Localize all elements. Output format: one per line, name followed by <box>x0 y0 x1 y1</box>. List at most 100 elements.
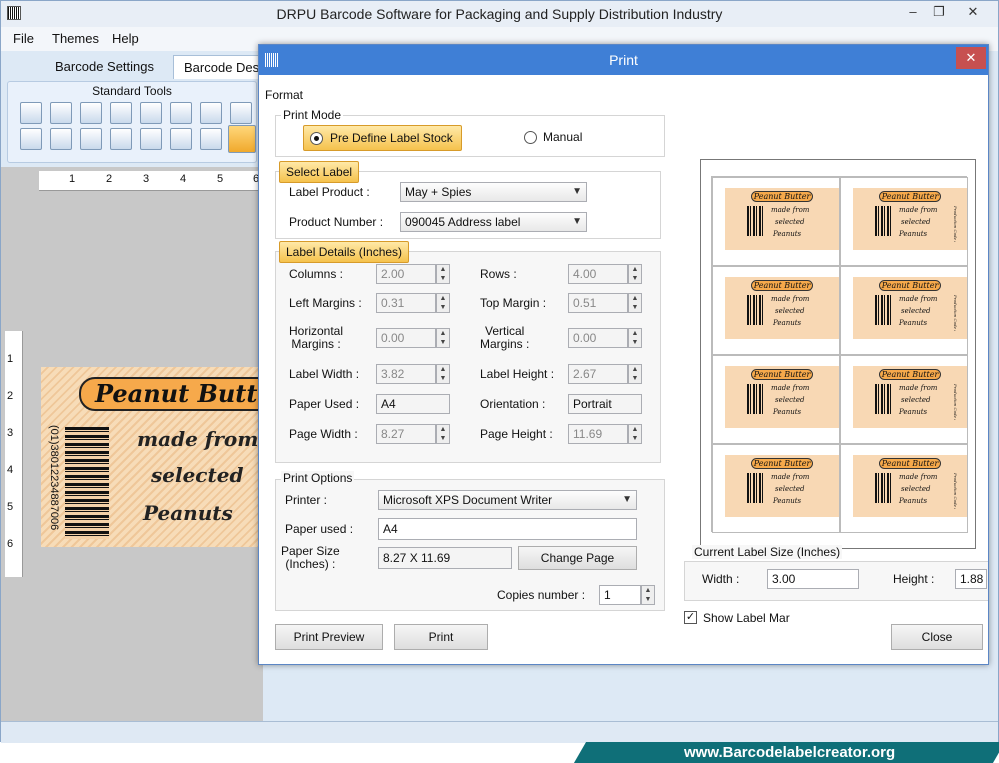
menu-themes[interactable]: Themes <box>52 27 99 51</box>
save-as-icon[interactable] <box>110 102 132 124</box>
vertical-margins-spinner[interactable]: ▲ ▼ <box>628 328 642 348</box>
label-width-input[interactable]: 3.82 <box>376 364 436 384</box>
export-icon[interactable] <box>140 102 162 124</box>
vertical-margins-input[interactable]: 0.00 <box>568 328 628 348</box>
dialog-close-icon[interactable]: ✕ <box>956 47 986 69</box>
change-page-button[interactable]: Change Page <box>518 546 637 570</box>
print-mode-label: Print Mode <box>281 108 344 122</box>
copy-icon[interactable] <box>170 102 192 124</box>
open-icon[interactable] <box>50 102 72 124</box>
preview-label-title: Peanut Butter <box>751 280 813 291</box>
preview-side-text: Production Code and Best Before <box>953 206 958 242</box>
current-width-label: Width : <box>702 572 740 586</box>
minimize-icon[interactable]: – <box>901 1 925 23</box>
label-width-spinner[interactable]: ▲ ▼ <box>436 364 450 384</box>
columns-input[interactable]: 2.00 <box>376 264 436 284</box>
preview-text-line1: made from <box>899 473 938 481</box>
ruler-vertical: 1 2 3 4 5 6 <box>5 331 23 577</box>
preview-text-line2: selected <box>775 307 805 315</box>
left-margins-spinner[interactable]: ▲ ▼ <box>436 293 450 313</box>
select-label-header: Select Label <box>279 161 360 183</box>
save-icon[interactable] <box>80 102 102 124</box>
manual-radio-label[interactable]: Manual <box>543 130 582 144</box>
lock-icon[interactable] <box>80 128 102 150</box>
menu-file[interactable]: File <box>13 27 34 51</box>
predefine-label-stock-option[interactable]: Pre Define Label Stock <box>303 125 462 151</box>
paper-size-label: Paper Size (Inches) : <box>281 544 340 571</box>
delete-icon[interactable] <box>230 102 252 124</box>
top-margin-input[interactable]: 0.51 <box>568 293 628 313</box>
preview-barcode <box>747 384 763 414</box>
horizontal-margins-spinner[interactable]: ▲ ▼ <box>436 328 450 348</box>
columns-spinner[interactable]: ▲ ▼ <box>436 264 450 284</box>
dialog-title: Print <box>609 52 638 68</box>
copies-spinner[interactable]: ▲ ▼ <box>641 585 655 605</box>
current-height-input[interactable]: 1.88 <box>955 569 987 589</box>
cut-icon[interactable] <box>200 102 222 124</box>
label-text-line3[interactable]: Peanuts <box>143 501 233 525</box>
label-text-line2[interactable]: selected <box>151 463 243 487</box>
paper-used-input[interactable]: A4 <box>378 518 637 540</box>
bring-front-icon[interactable] <box>20 128 42 150</box>
dialog-titlebar: Print <box>259 45 988 75</box>
label-title[interactable]: Peanut Butter <box>79 377 279 411</box>
menu-help[interactable]: Help <box>112 27 139 51</box>
show-margin-label[interactable]: Show Label Mar <box>703 611 790 625</box>
paper-size-value: 8.27 X 11.69 <box>378 547 512 569</box>
show-margin-checkbox[interactable]: ✓ <box>684 611 697 624</box>
grid-icon[interactable] <box>140 128 162 150</box>
close-icon[interactable]: ✕ <box>953 1 993 23</box>
send-back-icon[interactable] <box>50 128 72 150</box>
barcode-image[interactable] <box>65 427 109 539</box>
product-number-select[interactable]: 090045 Address label ▼ <box>400 212 587 232</box>
window-titlebar: DRPU Barcode Software for Packaging and … <box>1 1 998 27</box>
ruler-tick: 4 <box>180 173 187 185</box>
preview-text-line2: selected <box>775 218 805 226</box>
maximize-icon[interactable]: ❐ <box>927 1 951 23</box>
image-icon[interactable] <box>200 128 222 150</box>
copies-input[interactable]: 1 <box>599 585 641 605</box>
page-height-input[interactable]: 11.69 <box>568 424 628 444</box>
label-height-spinner[interactable]: ▲ ▼ <box>628 364 642 384</box>
preview-barcode <box>875 206 891 236</box>
copies-label: Copies number : <box>497 588 586 602</box>
top-margin-spinner[interactable]: ▲ ▼ <box>628 293 642 313</box>
predefine-radio[interactable] <box>310 132 323 145</box>
label-text-line1[interactable]: made from <box>137 427 258 451</box>
page-width-label: Page Width : <box>289 427 358 441</box>
print-preview-button[interactable]: Print Preview <box>275 624 383 650</box>
label-details-header: Label Details (Inches) <box>279 241 410 263</box>
preview-text-line1: made from <box>899 384 938 392</box>
horizontal-margins-input[interactable]: 0.00 <box>376 328 436 348</box>
print-icon[interactable] <box>228 125 256 153</box>
ruler-tick: 3 <box>7 427 14 439</box>
rows-spinner[interactable]: ▲ ▼ <box>628 264 642 284</box>
barcode-icon <box>265 53 279 67</box>
rows-input[interactable]: 4.00 <box>568 264 628 284</box>
label-design[interactable]: Peanut Butter (01)38012234887006 made fr… <box>41 367 279 547</box>
preview-text-line2: selected <box>901 396 931 404</box>
app-icon <box>7 6 21 20</box>
print-button[interactable]: Print <box>394 624 488 650</box>
page-width-spinner[interactable]: ▲ ▼ <box>436 424 450 444</box>
tab-barcode-settings[interactable]: Barcode Settings <box>45 55 164 79</box>
preview-text-line1: made from <box>899 295 938 303</box>
manual-radio[interactable] <box>524 131 537 144</box>
database-icon[interactable] <box>170 128 192 150</box>
preview-label-title: Peanut Butter <box>751 458 813 469</box>
unlock-icon[interactable] <box>110 128 132 150</box>
horizontal-margins-label: Horizontal Margins : <box>289 324 344 351</box>
left-margins-input[interactable]: 0.31 <box>376 293 436 313</box>
page-height-spinner[interactable]: ▲ ▼ <box>628 424 642 444</box>
printer-select[interactable]: Microsoft XPS Document Writer ▼ <box>378 490 637 510</box>
current-width-input[interactable]: 3.00 <box>767 569 859 589</box>
close-button[interactable]: Close <box>891 624 983 650</box>
preview-label-title: Peanut Butter <box>879 369 941 380</box>
vertical-margins-label: Vertical Margins : <box>480 324 530 351</box>
new-icon[interactable] <box>20 102 42 124</box>
preview-side-text: Production Code and Best Before <box>953 384 958 420</box>
label-product-select[interactable]: May + Spies ▼ <box>400 182 587 202</box>
page-width-input[interactable]: 8.27 <box>376 424 436 444</box>
label-height-input[interactable]: 2.67 <box>568 364 628 384</box>
preview-text-line3: Peanuts <box>773 408 802 416</box>
